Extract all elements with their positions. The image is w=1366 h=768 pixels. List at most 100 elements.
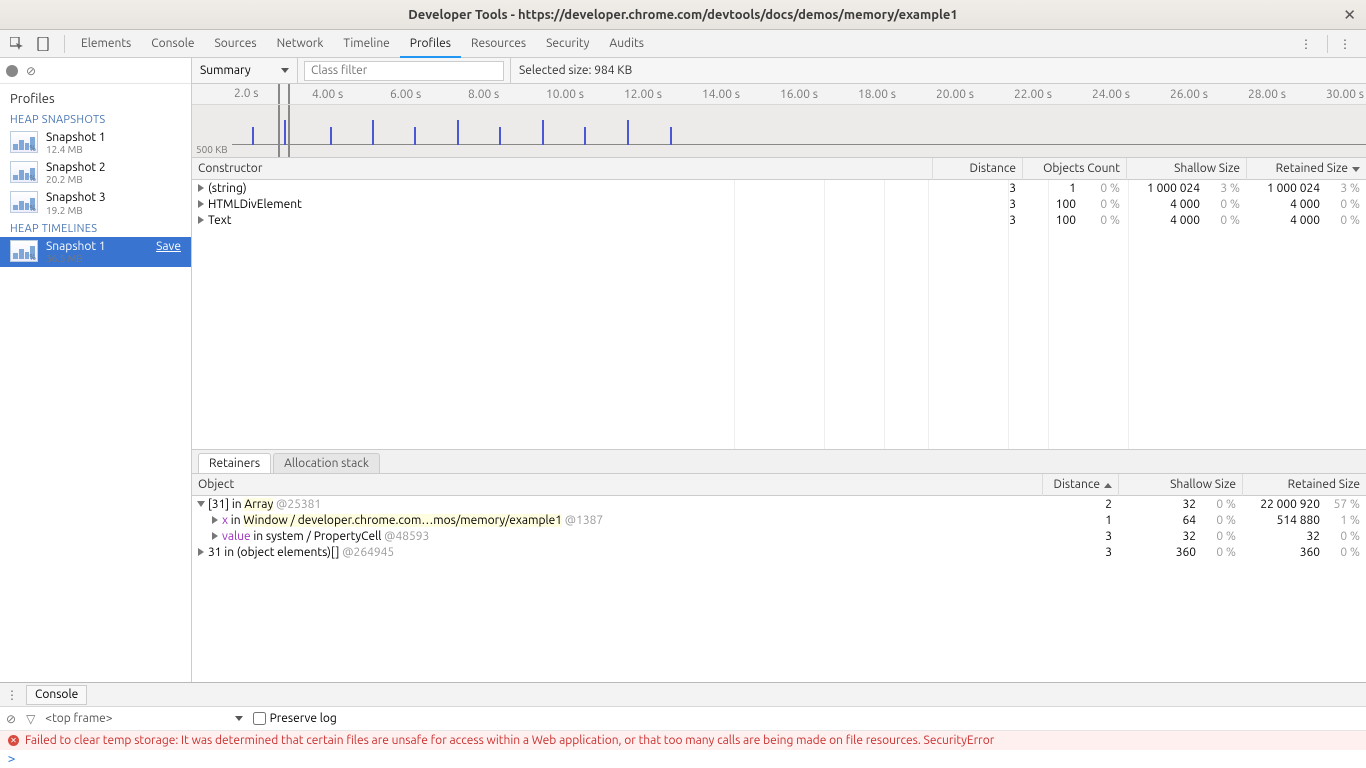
allocation-bar	[372, 120, 374, 145]
ruler-tick: 2.0 s	[234, 87, 258, 100]
context-selector[interactable]: <top frame>	[45, 712, 242, 725]
overview-baseline	[232, 144, 1366, 145]
ruler-tick: 14.00 s	[702, 88, 740, 101]
constructor-row[interactable]: HTMLDivElement31000 %4 0000 %4 0000 %	[192, 196, 1366, 212]
allocation-bar	[284, 120, 286, 145]
drawer-menu-icon[interactable]: ⋮	[6, 688, 18, 702]
constructor-row[interactable]: Text31000 %4 0000 %4 0000 %	[192, 212, 1366, 228]
tab-security[interactable]: Security	[536, 30, 599, 58]
tab-allocation-stack[interactable]: Allocation stack	[273, 453, 380, 473]
sidebar-item[interactable]: Snapshot 136.5 MBSave	[0, 237, 191, 267]
error-icon: ✕	[8, 735, 19, 746]
sort-up-icon	[1104, 483, 1112, 488]
profiles-sidebar: ⊘ Profiles HEAP SNAPSHOTSSnapshot 112.4 …	[0, 58, 192, 682]
col-object[interactable]: Object	[192, 474, 1042, 496]
col-shallow-size[interactable]: Shallow Size	[1118, 474, 1242, 496]
allocation-bar	[457, 120, 459, 145]
sidebar-group: HEAP SNAPSHOTS	[0, 110, 191, 128]
drawer: ⋮ Console ⊘ ▽ <top frame> Preserve log ✕…	[0, 682, 1366, 768]
col-constructor[interactable]: Constructor	[192, 158, 932, 180]
ruler-tick: 8.00 s	[468, 88, 499, 101]
ruler-tick: 22.00 s	[1014, 88, 1052, 101]
constructors-grid: Constructor Distance Objects Count Shall…	[192, 158, 1366, 450]
col-distance[interactable]: Distance	[932, 158, 1022, 180]
inspect-icon[interactable]	[6, 33, 28, 55]
allocation-bar	[499, 127, 501, 145]
constructor-row[interactable]: (string)310 %1 000 0243 %1 000 0243 %	[192, 180, 1366, 196]
allocation-bar	[584, 127, 586, 145]
tab-elements[interactable]: Elements	[71, 30, 141, 58]
col-distance[interactable]: Distance	[1042, 474, 1118, 496]
sidebar-item[interactable]: Snapshot 112.4 MB	[0, 128, 191, 158]
col-shallow-size[interactable]: Shallow Size	[1126, 158, 1246, 180]
clear-console-icon[interactable]: ⊘	[6, 712, 16, 726]
sidebar-item[interactable]: Snapshot 220.2 MB	[0, 158, 191, 188]
snapshot-icon	[10, 161, 38, 183]
constructors-header: Constructor Distance Objects Count Shall…	[192, 158, 1366, 180]
tab-network[interactable]: Network	[267, 30, 334, 58]
main-toolbar: ElementsConsoleSourcesNetworkTimelinePro…	[0, 30, 1366, 58]
view-mode-dropdown[interactable]: Summary	[192, 58, 298, 84]
ruler-tick: 10.00 s	[546, 88, 584, 101]
retainer-row[interactable]: [31] in Array @253812320 %22 000 92057 %	[192, 496, 1366, 512]
selection-handle[interactable]	[288, 105, 290, 157]
snapshot-icon	[10, 191, 38, 213]
overview-ylabel: 500 KB	[196, 144, 228, 155]
ruler-tick: 12.00 s	[624, 88, 662, 101]
close-icon[interactable]: ✕	[1343, 6, 1356, 24]
retainer-row[interactable]: 31 in (object elements)[] @26494533600 %…	[192, 544, 1366, 560]
window-title: Developer Tools - https://developer.chro…	[408, 8, 958, 22]
sidebar-title: Profiles	[0, 84, 191, 110]
retainer-row[interactable]: x in Window / developer.chrome.com…mos/m…	[192, 512, 1366, 528]
separator	[1327, 35, 1328, 53]
ruler-tick: 26.00 s	[1170, 88, 1208, 101]
allocation-bar	[670, 127, 672, 145]
console-error: ✕ Failed to clear temp storage: It was d…	[0, 731, 1366, 750]
tab-sources[interactable]: Sources	[204, 30, 266, 58]
col-retained-size[interactable]: Retained Size	[1242, 474, 1366, 496]
console-prompt[interactable]: >	[0, 750, 1366, 768]
selected-size-label: Selected size: 984 KB	[510, 58, 632, 84]
allocation-bar	[542, 120, 544, 145]
ruler-tick: 30.00 s	[1326, 88, 1364, 101]
tab-console[interactable]: Console	[141, 30, 204, 58]
separator	[64, 35, 65, 53]
snapshot-icon	[10, 131, 38, 153]
tab-audits[interactable]: Audits	[599, 30, 654, 58]
console-tab[interactable]: Console	[26, 685, 87, 705]
class-filter-input[interactable]	[304, 61, 504, 81]
retainer-row[interactable]: value in system / PropertyCell @48593332…	[192, 528, 1366, 544]
clear-icon[interactable]: ⊘	[26, 64, 36, 78]
selection-handle[interactable]	[278, 105, 280, 157]
allocation-timeline[interactable]: 2.0 s 4.00 s 6.00 s 8.00 s 10.00 s 12.00 s 14…	[192, 84, 1366, 158]
preserve-log-checkbox[interactable]: Preserve log	[253, 712, 337, 725]
filter-icon[interactable]: ▽	[26, 712, 35, 726]
device-mode-icon[interactable]	[32, 33, 54, 55]
record-icon[interactable]	[6, 65, 18, 77]
ruler-tick: 28.00 s	[1248, 88, 1286, 101]
allocation-bar	[252, 127, 254, 145]
ruler-tick: 24.00 s	[1092, 88, 1130, 101]
tab-timeline[interactable]: Timeline	[333, 30, 399, 58]
sidebar-group: HEAP TIMELINES	[0, 219, 191, 237]
sidebar-item[interactable]: Snapshot 319.2 MB	[0, 188, 191, 218]
retainers-grid: Object Distance Shallow Size Retained Si…	[192, 474, 1366, 682]
ruler-tick: 6.00 s	[390, 88, 421, 101]
drawer-toggle-icon[interactable]: ⋮	[1295, 33, 1317, 55]
tab-resources[interactable]: Resources	[461, 30, 536, 58]
filter-bar: Summary Selected size: 984 KB	[192, 58, 1366, 84]
retainers-tabs: Retainers Allocation stack	[192, 450, 1366, 474]
view-mode-label: Summary	[200, 64, 251, 77]
chevron-down-icon	[235, 716, 243, 721]
col-objects-count[interactable]: Objects Count	[1022, 158, 1126, 180]
ruler-tick: 4.00 s	[312, 88, 343, 101]
more-menu-icon[interactable]: ⋮	[1334, 33, 1356, 55]
ruler-tick: 16.00 s	[780, 88, 818, 101]
col-retained-size[interactable]: Retained Size	[1246, 158, 1366, 180]
tab-profiles[interactable]: Profiles	[400, 30, 461, 58]
allocation-bar	[330, 127, 332, 145]
tab-retainers[interactable]: Retainers	[198, 453, 271, 473]
ruler-tick: 20.00 s	[936, 88, 974, 101]
save-link[interactable]: Save	[156, 240, 181, 253]
ruler-tick: 18.00 s	[858, 88, 896, 101]
